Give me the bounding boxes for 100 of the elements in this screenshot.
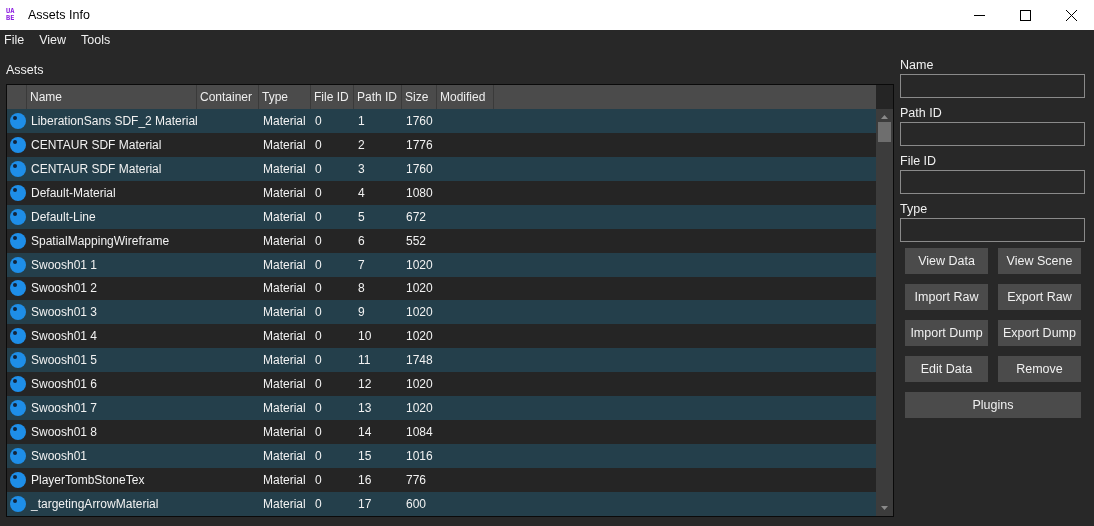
menu-item[interactable]: File (3, 33, 33, 47)
table-cell-text: 1020 (405, 305, 433, 320)
table-cell-text: 0 (314, 353, 322, 368)
action-button[interactable]: Remove (998, 356, 1081, 382)
action-button[interactable]: Export Dump (998, 320, 1081, 346)
sphere-icon (10, 184, 26, 201)
sphere-icon (10, 495, 26, 512)
table-cell-text: Material (262, 137, 306, 152)
sphere-icon (10, 400, 26, 417)
table-row[interactable]: Swoosh01 5 Material 0 11 1748 (7, 348, 876, 373)
scroll-up-icon (881, 115, 888, 119)
sphere-icon (10, 232, 26, 249)
table-row[interactable]: LiberationSans SDF_2 Material Material 0 1 1760 (7, 108, 876, 133)
table-cell-text: Default-Material (30, 185, 116, 200)
action-button[interactable]: Edit Data (905, 356, 988, 382)
table-cell-text: 14 (357, 425, 372, 440)
table-cell-text: 1020 (405, 257, 433, 272)
table-cell-text: 600 (405, 496, 427, 511)
table-row[interactable]: Swoosh01 7 Material 0 13 1020 (7, 396, 876, 421)
table-cell-text: 5 (357, 209, 365, 224)
action-button[interactable]: View Scene (998, 248, 1081, 274)
table-cell-text: 1 (357, 113, 365, 128)
table-row[interactable]: Default-Line Material 0 5 672 (7, 204, 876, 229)
table-row[interactable]: Swoosh01 3 Material 0 9 1020 (7, 300, 876, 325)
table-cell-text: Material (262, 305, 306, 320)
column-header[interactable]: Container (197, 85, 259, 109)
table-cell-text: 0 (314, 281, 322, 296)
table-row[interactable]: Swoosh01 Material 0 15 1016 (7, 444, 876, 468)
field-label: Type (900, 201, 929, 218)
plugins-button[interactable]: Plugins (905, 392, 1081, 418)
scrollbar[interactable] (876, 109, 893, 516)
sphere-icon (10, 376, 26, 393)
table-cell-text: Swoosh01 2 (30, 281, 98, 296)
table-cell-text: 0 (314, 257, 322, 272)
table-cell-text: 4 (357, 185, 365, 200)
table-cell-text: Swoosh01 4 (30, 329, 98, 344)
table-cell-text: SpatialMappingWireframe (30, 233, 170, 248)
table-cell-text: 0 (314, 161, 322, 176)
table-cell-text: Material (262, 209, 306, 224)
table-cell-text: Material (262, 233, 306, 248)
action-button[interactable]: Import Dump (905, 320, 988, 346)
table-cell-text: PlayerTombStoneTex (30, 472, 145, 487)
table-cell-text: Swoosh01 5 (30, 353, 98, 368)
sphere-icon (10, 280, 26, 297)
table-cell-text: Material (262, 185, 306, 200)
action-button[interactable]: Import Raw (905, 284, 988, 310)
table-cell-text: LiberationSans SDF_2 Material (30, 113, 198, 128)
table-cell-text: 0 (314, 496, 322, 511)
sphere-icon (10, 160, 26, 177)
table-cell-text: 0 (314, 472, 322, 487)
input-field[interactable] (900, 218, 1085, 242)
input-field[interactable] (900, 170, 1085, 194)
table-cell-text: 12 (357, 377, 372, 392)
table-cell-text: 1016 (405, 449, 433, 464)
field-label: File ID (900, 153, 938, 170)
table-cell-text: 1020 (405, 377, 433, 392)
table-row[interactable]: _targetingArrowMaterial Material 0 17 600 (7, 491, 876, 516)
table-cell-text: 3 (357, 161, 365, 176)
maximize-icon (1019, 9, 1031, 21)
table-cell-text: 0 (314, 449, 322, 464)
table-cell-text: 9 (357, 305, 365, 320)
minimize-icon (973, 14, 985, 16)
table-cell-text: 0 (314, 425, 322, 440)
table-cell-text: 0 (314, 401, 322, 416)
table-row[interactable]: CENTAUR SDF Material Material 0 3 1760 (7, 156, 876, 181)
column-header[interactable]: Size (402, 85, 437, 109)
action-button[interactable]: View Data (905, 248, 988, 274)
table-cell-text: 6 (357, 233, 365, 248)
table-cell-text: 1084 (405, 425, 433, 440)
action-button[interactable]: Export Raw (998, 284, 1081, 310)
column-header[interactable]: Modified (437, 85, 494, 109)
table-cell-text: CENTAUR SDF Material (30, 161, 162, 176)
table-cell-text: 0 (314, 113, 322, 128)
column-header[interactable]: Type (259, 85, 311, 109)
menu-item[interactable]: Tools (80, 33, 119, 47)
table-cell-text: Material (262, 425, 306, 440)
table-cell-text: Material (262, 472, 306, 487)
column-header[interactable]: Path ID (354, 85, 402, 109)
column-header[interactable]: File ID (311, 85, 354, 109)
table-cell-text: Material (262, 257, 306, 272)
sphere-icon (10, 352, 26, 369)
menu-item[interactable]: View (38, 33, 75, 47)
table-cell-text: 0 (314, 377, 322, 392)
table-cell-text: 13 (357, 401, 372, 416)
table-cell-text: Material (262, 496, 306, 511)
table-cell-text: 15 (357, 449, 372, 464)
table-cell-text: 0 (314, 209, 322, 224)
table-row[interactable]: Swoosh01 1 Material 0 7 1020 (7, 252, 876, 277)
table-cell-text: 11 (357, 353, 371, 368)
input-field[interactable] (900, 122, 1085, 146)
scrollbar-thumb[interactable] (878, 122, 891, 142)
column-header[interactable]: Name (27, 85, 197, 109)
table-cell-text: 776 (405, 472, 427, 487)
table-cell-text: _targetingArrowMaterial (30, 496, 159, 511)
sphere-icon (10, 328, 26, 345)
input-field[interactable] (900, 74, 1085, 98)
scroll-down-icon (881, 506, 888, 510)
table-cell-text: 8 (357, 281, 365, 296)
table-cell-text: 1020 (405, 401, 433, 416)
sphere-icon (10, 471, 26, 488)
